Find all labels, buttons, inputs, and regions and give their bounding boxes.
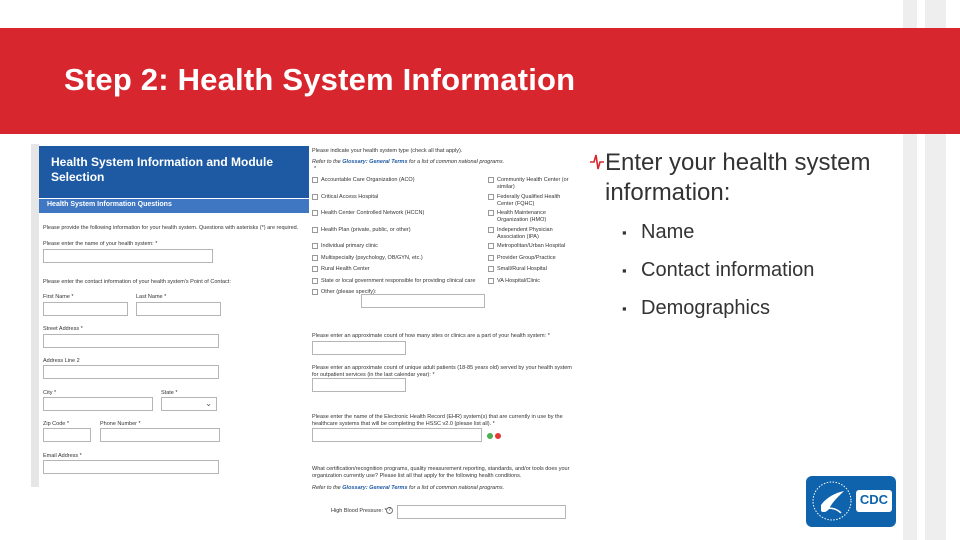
phone-input[interactable] bbox=[100, 428, 220, 442]
address2-label: Address Line 2 bbox=[43, 358, 80, 364]
glossary-link[interactable]: Glossary: General Terms bbox=[342, 159, 407, 165]
type-checkbox[interactable] bbox=[488, 194, 494, 200]
sites-input[interactable] bbox=[312, 341, 406, 355]
type-checkbox[interactable] bbox=[488, 243, 494, 249]
form-section-title: Health System Information Questions bbox=[47, 201, 172, 208]
cert-glossary-note: Refer to the Glossary: General Terms for… bbox=[312, 485, 504, 492]
type-option-label: Health Plan (private, public, or other) bbox=[321, 227, 411, 233]
type-checkbox[interactable] bbox=[488, 255, 494, 261]
type-option-label: Critical Access Hospital bbox=[321, 194, 379, 200]
cdc-logo-text: CDC bbox=[859, 492, 889, 507]
type-option-label: Multispecialty (psychology, OB/GYN, etc.… bbox=[321, 255, 423, 261]
system-name-input[interactable] bbox=[43, 249, 213, 263]
hbp-label: High Blood Pressure: * bbox=[331, 508, 387, 514]
form-header-title: Health System Information and Module Sel… bbox=[51, 155, 274, 184]
patients-question: Please enter an approximate count of uni… bbox=[312, 365, 572, 378]
heartbeat-icon bbox=[590, 154, 604, 170]
hhs-eagle-icon bbox=[812, 481, 852, 521]
ehr-input[interactable] bbox=[312, 428, 482, 442]
type-checkbox[interactable] bbox=[312, 266, 318, 272]
bullet-item: Name bbox=[641, 221, 695, 243]
type-checkbox[interactable] bbox=[312, 278, 318, 284]
email-input[interactable] bbox=[43, 460, 219, 474]
phone-label: Phone Number * bbox=[100, 421, 141, 427]
type-checkbox[interactable] bbox=[312, 243, 318, 249]
square-bullet-icon: ▪ bbox=[622, 301, 627, 316]
type-checkbox[interactable] bbox=[312, 194, 318, 200]
square-bullet-icon: ▪ bbox=[622, 225, 627, 240]
zip-label: Zip Code * bbox=[43, 421, 69, 427]
type-glossary-note: Refer to the Glossary: General Terms for… bbox=[312, 159, 504, 166]
type-option-label: Other (please specify): bbox=[321, 289, 377, 295]
type-option-label: State or local government responsible fo… bbox=[321, 278, 476, 284]
chevron-down-icon: ⌄ bbox=[205, 399, 212, 408]
type-option-label: Independent Physician Association (IPA) bbox=[497, 227, 553, 240]
cdc-badge: CDC bbox=[856, 490, 892, 512]
city-label: City * bbox=[43, 390, 57, 396]
slide-title: Step 2: Health System Information bbox=[64, 62, 576, 97]
cert-question: What certification/recognition programs,… bbox=[312, 466, 570, 479]
type-checkbox[interactable] bbox=[488, 278, 494, 284]
type-option-label: Accountable Care Organization (ACO) bbox=[321, 177, 415, 183]
form-header: Health System Information and Module Sel… bbox=[39, 146, 309, 198]
form-screenshot: Health System Information and Module Sel… bbox=[31, 144, 573, 540]
patients-input[interactable] bbox=[312, 378, 406, 392]
type-option-label: Small/Rural Hospital bbox=[497, 266, 547, 272]
type-option-label: Provider Group/Practice bbox=[497, 255, 556, 261]
bullet-item: Demographics bbox=[641, 297, 770, 319]
state-label: State * bbox=[161, 390, 178, 396]
system-name-label: Please enter the name of your health sys… bbox=[43, 241, 158, 247]
type-checkbox[interactable] bbox=[312, 289, 318, 295]
glossary-link[interactable]: Glossary: General Terms bbox=[342, 485, 407, 491]
city-input[interactable] bbox=[43, 397, 153, 411]
type-checkbox[interactable] bbox=[488, 227, 494, 233]
square-bullet-icon: ▪ bbox=[622, 263, 627, 278]
street-label: Street Address * bbox=[43, 326, 83, 332]
glossary-prefix: Refer to the bbox=[312, 159, 341, 165]
glossary-suffix: for a list of common national programs. bbox=[409, 485, 505, 491]
remove-icon[interactable] bbox=[495, 433, 501, 439]
address2-input[interactable] bbox=[43, 365, 219, 379]
email-label: Email Address * bbox=[43, 453, 82, 459]
poc-label: Please enter the contact information of … bbox=[43, 279, 231, 285]
type-checkbox[interactable] bbox=[488, 266, 494, 272]
state-select[interactable]: ⌄ bbox=[161, 397, 217, 411]
type-checkbox[interactable] bbox=[312, 255, 318, 261]
type-option-label: Metropolitan/Urban Hospital bbox=[497, 243, 566, 249]
type-checkbox[interactable] bbox=[488, 177, 494, 183]
add-icon[interactable] bbox=[487, 433, 493, 439]
first-name-input[interactable] bbox=[43, 302, 128, 316]
type-option-label: Federally Qualified Health Center (FQHC) bbox=[497, 194, 561, 207]
main-bullet-text: Enter your health system information: bbox=[605, 149, 871, 206]
last-name-input[interactable] bbox=[136, 302, 221, 316]
zip-input[interactable] bbox=[43, 428, 91, 442]
glossary-suffix: for a list of common national programs. bbox=[409, 159, 505, 165]
form-section-bar: Health System Information Questions bbox=[39, 199, 309, 213]
sites-question: Please enter an approximate count of how… bbox=[312, 333, 550, 339]
ehr-question: Please enter the name of the Electronic … bbox=[312, 414, 563, 427]
cdc-logo: CDC bbox=[806, 476, 896, 527]
screenshot-edge bbox=[31, 144, 39, 487]
type-option-label: VA Hospital/Clinic bbox=[497, 278, 540, 284]
type-option-label: Individual primary clinic bbox=[321, 243, 378, 249]
type-checkbox[interactable] bbox=[312, 227, 318, 233]
street-input[interactable] bbox=[43, 334, 219, 348]
type-option-label: Health Maintenance Organization (HMO) bbox=[497, 210, 547, 223]
first-name-label: First Name * bbox=[43, 294, 74, 300]
form-intro: Please provide the following information… bbox=[43, 225, 299, 231]
type-question: Please indicate your health system type … bbox=[312, 148, 463, 154]
last-name-label: Last Name * bbox=[136, 294, 167, 300]
bullet-item: Contact information bbox=[641, 259, 815, 281]
type-asterisk: * bbox=[314, 166, 317, 172]
type-option-label: Rural Health Center bbox=[321, 266, 370, 272]
type-checkbox[interactable] bbox=[488, 210, 494, 216]
type-option-label: Community Health Center (or similar) bbox=[497, 177, 569, 190]
glossary-prefix: Refer to the bbox=[312, 485, 341, 491]
type-checkbox[interactable] bbox=[312, 177, 318, 183]
other-specify-input[interactable] bbox=[361, 294, 485, 308]
type-checkbox[interactable] bbox=[312, 210, 318, 216]
type-option-label: Health Center Controlled Network (HCCN) bbox=[321, 210, 425, 216]
hbp-input[interactable] bbox=[397, 505, 566, 519]
help-icon[interactable]: ? bbox=[386, 507, 393, 514]
